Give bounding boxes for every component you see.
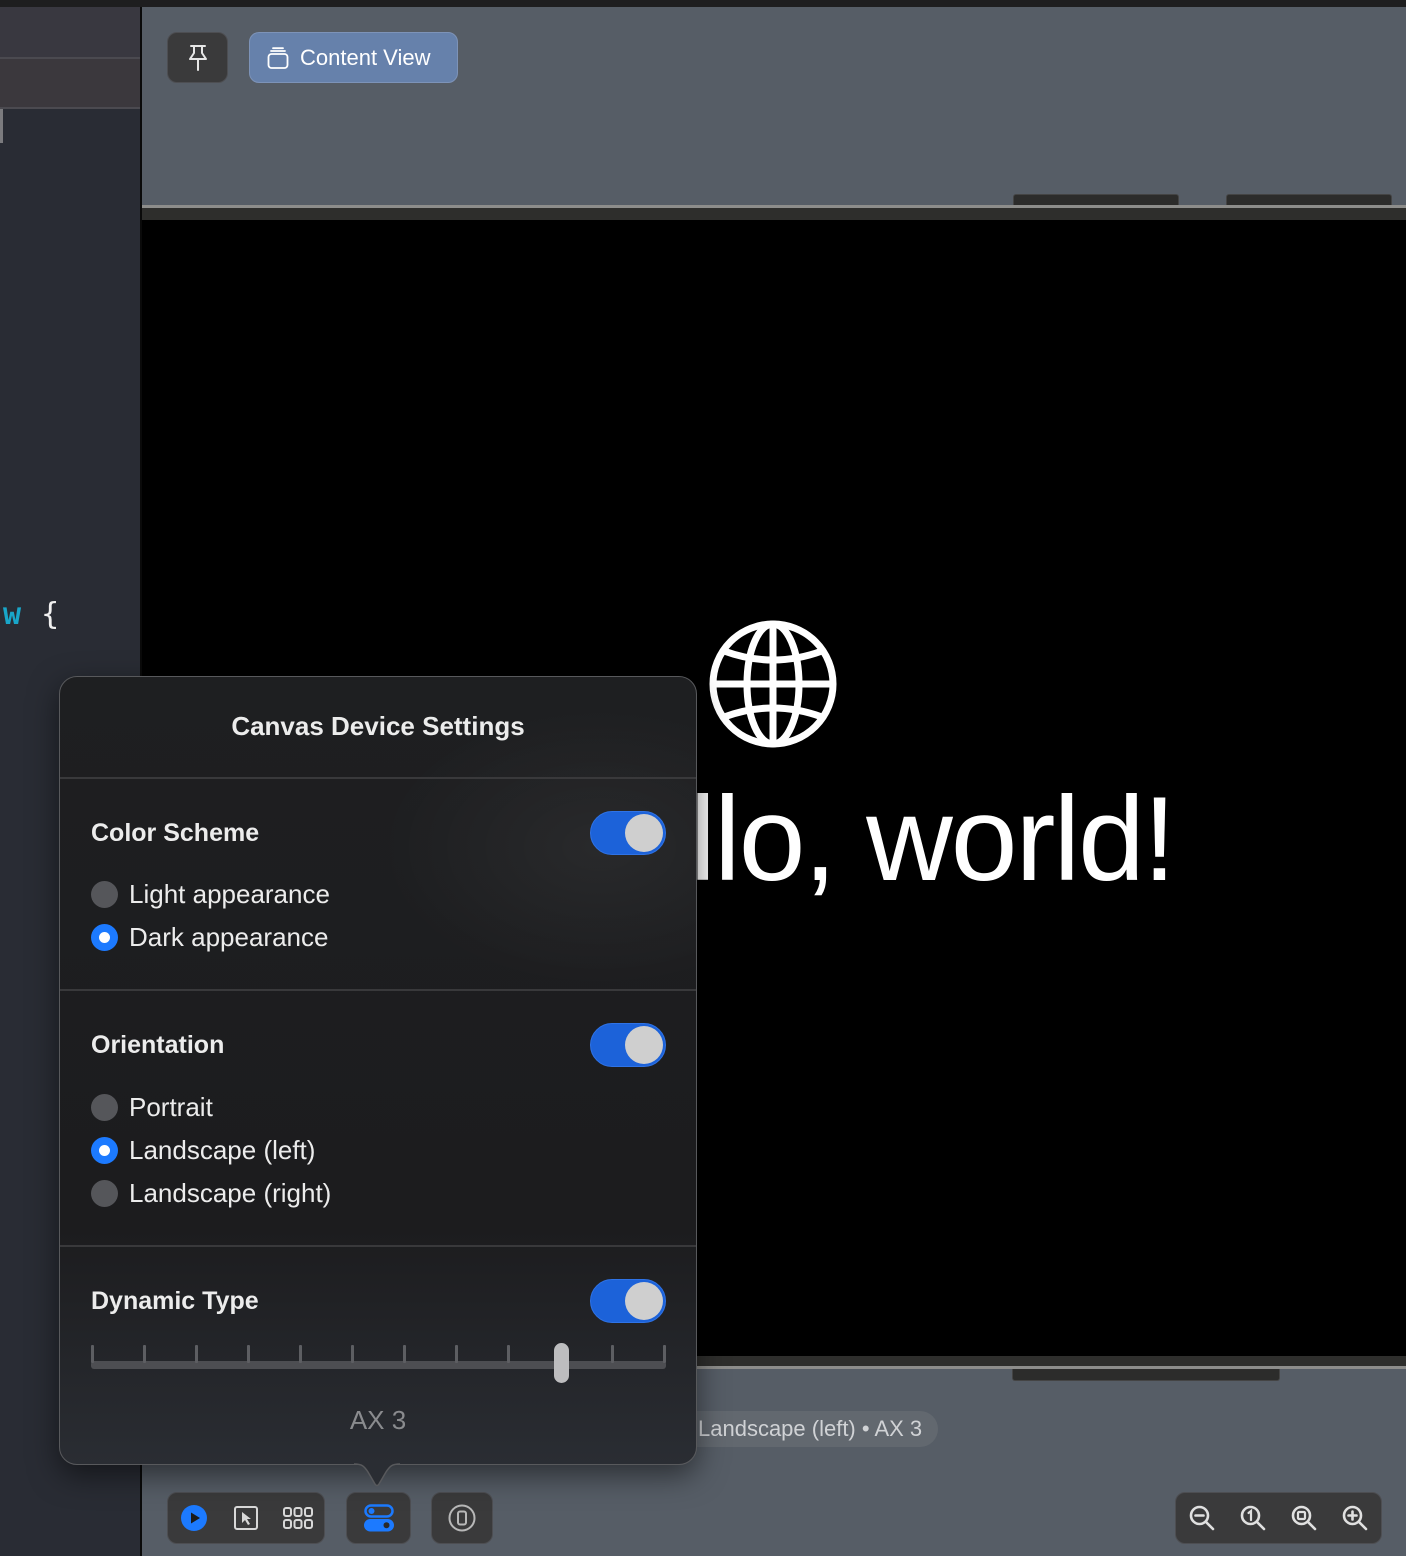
radio-landscape-right[interactable]: Landscape (right) <box>91 1178 331 1209</box>
iphone-icon <box>448 1504 476 1532</box>
slider-tick <box>143 1345 146 1363</box>
slider-track <box>91 1361 666 1369</box>
orientation-title: Orientation <box>91 1031 225 1059</box>
radio-label: Landscape (right) <box>129 1178 332 1208</box>
slider-tick <box>247 1345 250 1363</box>
radio-label: Dark appearance <box>129 922 329 952</box>
slider-tick <box>91 1345 94 1363</box>
editor-header-band <box>0 7 140 59</box>
variants-button[interactable] <box>280 1500 316 1536</box>
color-scheme-title: Color Scheme <box>91 819 260 847</box>
slider-thumb[interactable] <box>553 1343 569 1383</box>
popover-title: Canvas Device Settings <box>231 711 525 741</box>
radio-landscape-left[interactable]: Landscape (left) <box>91 1135 315 1166</box>
code-keyword: w <box>3 597 22 632</box>
code-brace: { <box>41 597 60 632</box>
radio-portrait[interactable]: Portrait <box>91 1092 213 1123</box>
device-side-button <box>1012 1369 1280 1381</box>
radio-light-appearance[interactable]: Light appearance <box>91 879 330 910</box>
orientation-toggle[interactable] <box>590 1023 666 1067</box>
pin-preview-button[interactable] <box>167 32 228 83</box>
radio-dark-appearance[interactable]: Dark appearance <box>91 922 328 953</box>
dynamic-type-slider[interactable] <box>91 1343 666 1385</box>
window-top-strip <box>0 0 1406 7</box>
radio-button <box>91 881 118 908</box>
slider-tick <box>663 1345 666 1363</box>
radio-button <box>91 1180 118 1207</box>
grid-icon <box>283 1507 313 1529</box>
toggles-icon <box>363 1504 394 1532</box>
radio-button <box>91 924 118 951</box>
slider-tick <box>299 1345 302 1363</box>
globe-icon <box>709 620 837 748</box>
zoom-out-button[interactable] <box>1184 1500 1220 1536</box>
dynamic-type-value: AX 3 <box>349 1405 407 1435</box>
radio-button <box>91 1094 118 1121</box>
code-line[interactable]: w{ <box>3 597 59 632</box>
preview-mode-group <box>167 1492 325 1544</box>
editor-gutter-marker <box>0 109 3 143</box>
slider-tick <box>195 1345 198 1363</box>
radio-label: Portrait <box>129 1092 213 1122</box>
slider-tick <box>403 1345 406 1363</box>
device-picker-button[interactable] <box>431 1492 493 1544</box>
dynamic-type-toggle[interactable] <box>590 1279 666 1323</box>
zoom-100-icon <box>1240 1505 1266 1531</box>
device-settings-button[interactable] <box>346 1492 411 1544</box>
zoom-fit-icon <box>1291 1505 1317 1531</box>
live-preview-button[interactable] <box>176 1500 212 1536</box>
zoom-in-icon <box>1343 1505 1368 1531</box>
slider-tick <box>507 1345 510 1363</box>
content-view-label: Content View <box>300 44 431 70</box>
popover-divider <box>60 1245 696 1247</box>
color-scheme-toggle[interactable] <box>590 811 666 855</box>
zoom-in-button[interactable] <box>1337 1500 1373 1536</box>
zoom-controls <box>1175 1492 1382 1544</box>
popover-divider <box>60 777 696 779</box>
toggle-knob <box>625 1026 663 1064</box>
selectable-mode-button[interactable] <box>228 1500 264 1536</box>
popover-arrow <box>354 1462 400 1487</box>
device-bezel-top <box>142 208 1406 220</box>
radio-button <box>91 1137 118 1164</box>
radio-label: Light appearance <box>129 879 330 909</box>
popover-divider <box>60 989 696 991</box>
cursor-select-icon <box>234 1506 258 1530</box>
zoom-out-icon <box>1189 1505 1214 1531</box>
slider-tick <box>351 1345 354 1363</box>
stack-icon <box>267 46 289 69</box>
toggle-knob <box>625 1282 663 1320</box>
dynamic-type-title: Dynamic Type <box>91 1287 259 1315</box>
zoom-to-fit-button[interactable] <box>1286 1500 1322 1536</box>
canvas-device-settings-popover: Canvas Device Settings Color Scheme Ligh… <box>59 676 697 1465</box>
content-view-button[interactable]: Content View <box>249 32 458 83</box>
slider-tick <box>455 1345 458 1363</box>
zoom-actual-size-button[interactable] <box>1235 1500 1271 1536</box>
editor-jump-bar <box>0 59 140 109</box>
toggle-knob <box>625 814 663 852</box>
slider-tick <box>611 1345 614 1363</box>
play-circle-icon <box>181 1505 207 1531</box>
pin-icon <box>188 44 207 71</box>
radio-label: Landscape (left) <box>129 1135 316 1165</box>
